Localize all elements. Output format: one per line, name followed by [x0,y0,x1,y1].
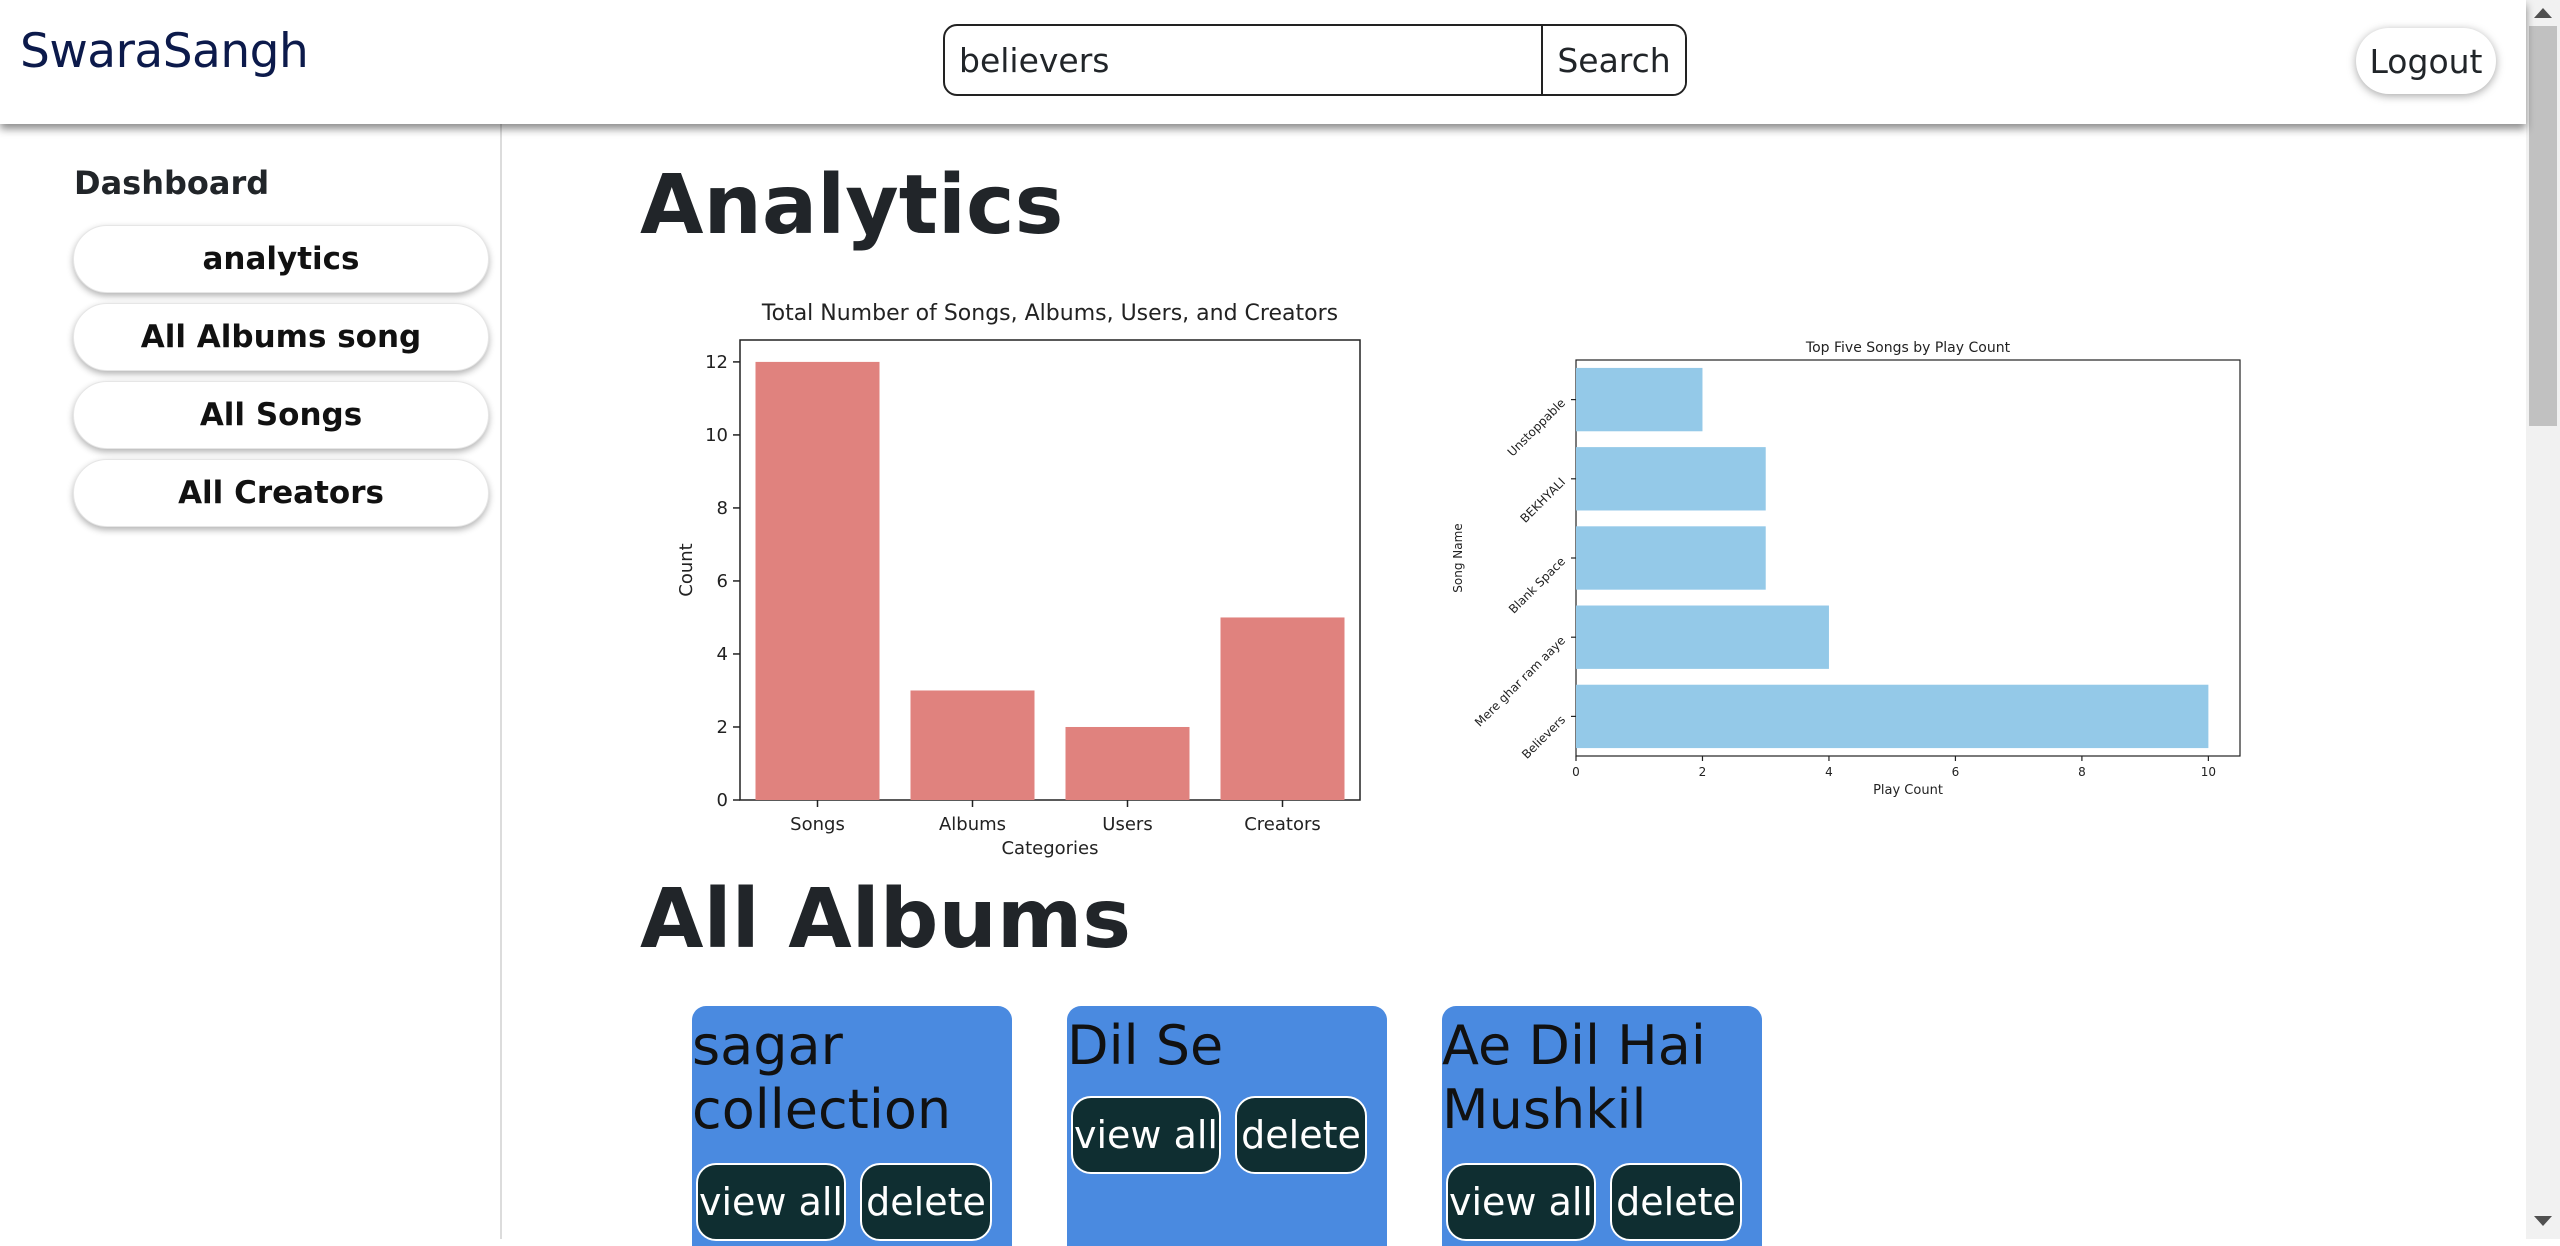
bar-users [1065,726,1190,800]
album-name: Ae Dil Hai Mushkil [1442,1014,1706,1141]
album-card: Ae Dil Hai Mushkil view all delete [1442,1006,1762,1246]
brand-logo[interactable]: SwaraSangh [20,24,309,79]
x-axis-label: Categories [1001,838,1098,859]
logout-button[interactable]: Logout [2356,28,2496,94]
album-name: Dil Se [1067,1014,1224,1077]
search-button[interactable]: Search [1541,26,1685,94]
x-tick-label: 10 [2201,765,2216,779]
sidebar-item-all-albums-song[interactable]: All Albums song [73,303,489,371]
x-tick-label: 6 [1952,765,1960,779]
analytics-heading: Analytics [640,158,1064,253]
y-tick-label: Believers [1519,713,1568,762]
album-card: sagar collection view all delete [692,1006,1012,1246]
scroll-up-arrow-icon[interactable] [2534,8,2552,18]
y-tick-label: 0 [717,790,728,811]
delete-button[interactable]: delete [1610,1163,1742,1241]
chart-title: Top Five Songs by Play Count [1805,340,2011,356]
x-tick-label: 8 [2078,765,2086,779]
x-tick-label: Users [1102,814,1152,835]
y-tick-label: 10 [705,425,728,446]
y-tick-label: 8 [717,498,728,519]
bar-songs [755,361,880,800]
y-tick-label: Unstoppable [1505,396,1568,459]
delete-button[interactable]: delete [860,1163,992,1241]
x-tick-label: 2 [1699,765,1707,779]
y-tick-label: Blank Space [1506,554,1568,616]
sidebar: Dashboard analytics All Albums song All … [0,124,502,1239]
bar-song [1576,605,1829,669]
sidebar-item-all-songs[interactable]: All Songs [73,381,489,449]
bar-song [1576,447,1766,511]
bar-song [1576,684,2209,749]
view-all-button[interactable]: view all [1071,1096,1221,1174]
y-tick-label: BEKHYALI [1518,475,1569,526]
y-tick-label: 12 [705,352,728,373]
x-tick-label: Songs [790,814,845,835]
y-tick-label: Mere ghar ram aaye [1472,633,1568,729]
y-tick-label: 6 [717,571,728,592]
bar-creators [1220,617,1345,800]
totals-bar-chart: Total Number of Songs, Albums, Users, an… [676,301,1361,859]
scroll-down-arrow-icon[interactable] [2534,1216,2552,1226]
chart-title: Total Number of Songs, Albums, Users, an… [761,301,1338,326]
scroll-thumb[interactable] [2529,26,2557,426]
x-tick-label: Creators [1244,814,1321,835]
view-all-button[interactable]: view all [1446,1163,1596,1241]
top-navbar: SwaraSangh Search Logout [0,0,2526,124]
delete-button[interactable]: delete [1235,1096,1367,1174]
all-albums-heading: All Albums [640,872,1132,967]
bar-albums [910,690,1035,800]
bar-song [1576,526,1766,590]
y-tick-label: 2 [717,717,728,738]
sidebar-item-analytics[interactable]: analytics [73,225,489,293]
x-axis-label: Play Count [1873,783,1943,798]
y-axis-label: Song Name [1451,523,1465,592]
sidebar-title: Dashboard [74,164,270,202]
search-input[interactable] [945,26,1541,94]
y-tick-label: 4 [717,644,728,665]
top-songs-bar-chart: Top Five Songs by Play Count BelieversMer… [1451,340,2241,798]
sidebar-item-all-creators[interactable]: All Creators [73,459,489,527]
album-card: Dil Se view all delete [1067,1006,1387,1246]
y-axis-label: Count [676,543,697,596]
bar-song [1576,367,1703,432]
x-tick-label: 4 [1825,765,1833,779]
x-tick-label: Albums [939,814,1006,835]
album-name: sagar collection [692,1014,952,1141]
view-all-button[interactable]: view all [696,1163,846,1241]
search-form: Search [943,24,1687,96]
x-tick-label: 0 [1572,765,1580,779]
page-scrollbar[interactable] [2526,0,2560,1239]
